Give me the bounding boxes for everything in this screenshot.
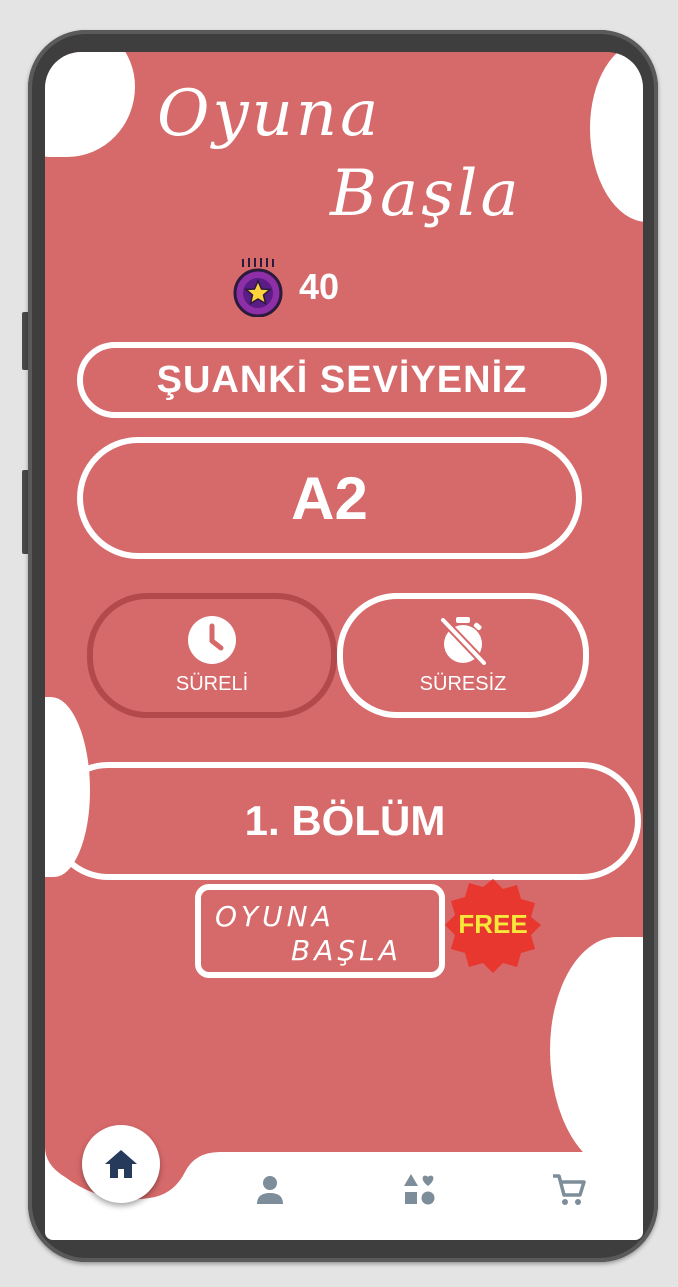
nav-categories-button[interactable] [402,1172,438,1208]
free-badge: FREE [445,879,541,973]
nav-shop-button[interactable] [551,1172,587,1208]
start-game-label-line-1: OYUNA [215,900,335,933]
untimed-mode-button[interactable]: SÜRESİZ [337,593,589,718]
timed-mode-label: SÜRELİ [175,673,249,695]
timed-mode-button[interactable]: SÜRELİ [87,593,337,718]
untimed-mode-label: SÜRESİZ [419,673,507,695]
start-game-label-line-2: BAŞLA [291,934,402,967]
timer-off-icon [439,616,488,665]
coin-counter: 40 [233,252,339,322]
current-level-value[interactable]: A2 [77,437,582,559]
top-left-blob [45,52,135,157]
app-screen: Oyuna Başla 40 ŞUANKİ SEVİYENİZ A2 SÜREL… [45,52,643,1240]
start-game-button[interactable]: OYUNA BAŞLA [195,884,445,978]
coin-count: 40 [299,266,340,307]
bottom-right-blob [550,937,643,1172]
chapter-button[interactable]: 1. BÖLÜM [49,762,641,880]
title-line-1: Oyuna [157,77,382,151]
star-coin-icon [233,257,285,318]
current-level-label: ŞUANKİ SEVİYENİZ [77,342,607,418]
nav-profile-button[interactable] [252,1172,288,1208]
clock-icon [188,616,236,664]
title-line-2: Başla [330,157,522,231]
home-icon [105,1150,137,1178]
top-right-blob [590,52,643,222]
free-badge-text: FREE [458,909,527,939]
nav-home-button[interactable] [82,1125,160,1203]
